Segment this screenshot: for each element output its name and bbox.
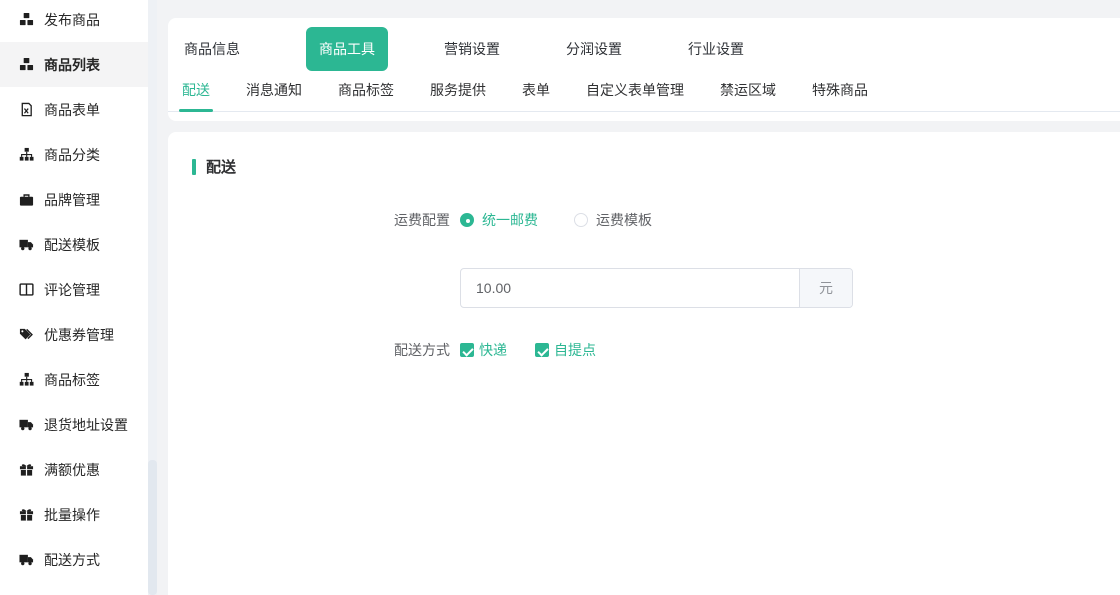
radio-option-label: 运费模板 bbox=[596, 210, 652, 230]
sidebar-item-label: 满额优惠 bbox=[44, 460, 100, 480]
secondary-tab-bar: 配送 消息通知 商品标签 服务提供 表单 自定义表单管理 禁运区域 特殊商品 bbox=[168, 80, 1120, 112]
cubes-icon bbox=[18, 12, 34, 28]
sidebar-item-label: 商品表单 bbox=[44, 100, 100, 120]
sidebar-item[interactable]: 配送方式 bbox=[0, 537, 148, 582]
sidebar-item[interactable]: 商品表单 bbox=[0, 87, 148, 132]
sidebar-item-label: 商品列表 bbox=[44, 55, 100, 75]
sidebar-item-label: 商品分类 bbox=[44, 145, 100, 165]
secondary-tab[interactable]: 自定义表单管理 bbox=[586, 80, 684, 100]
sidebar-item[interactable]: 商品列表 bbox=[0, 42, 148, 87]
sidebar-item-label: 发布商品 bbox=[44, 10, 100, 30]
primary-tab[interactable]: 分润设置 bbox=[566, 39, 622, 59]
section-header: 配送 bbox=[192, 156, 1096, 177]
sidebar-item-label: 配送模板 bbox=[44, 235, 100, 255]
primary-tab[interactable]: 商品信息 bbox=[184, 39, 240, 59]
file-excel-icon bbox=[18, 102, 34, 118]
secondary-tab[interactable]: 表单 bbox=[522, 80, 550, 100]
sidebar-item[interactable]: 批量操作 bbox=[0, 492, 148, 537]
checkbox-option[interactable]: 自提点 bbox=[535, 340, 596, 360]
secondary-tab[interactable]: 特殊商品 bbox=[812, 80, 868, 100]
primary-tab[interactable]: 商品工具 bbox=[306, 27, 388, 71]
sidebar-menu: 发布商品 商品列表 商品表单 商品分类 品牌管理 配送模板 评论管理 优惠券管理… bbox=[0, 0, 148, 582]
sidebar-item[interactable]: 发布商品 bbox=[0, 0, 148, 42]
delivery-form: 运费配置 统一邮费 运费模板 元 配送方式 快递 自提点 bbox=[192, 210, 1096, 360]
primary-tab-bar: 商品信息 商品工具 营销设置 分润设置 行业设置 bbox=[168, 26, 1120, 72]
sidebar-item[interactable]: 商品标签 bbox=[0, 357, 148, 402]
secondary-tab[interactable]: 禁运区域 bbox=[720, 80, 776, 100]
gift-icon bbox=[18, 462, 34, 478]
secondary-tab[interactable]: 配送 bbox=[182, 80, 210, 100]
truck-icon bbox=[18, 237, 34, 253]
secondary-tab[interactable]: 商品标签 bbox=[338, 80, 394, 100]
checkbox-option-label: 自提点 bbox=[554, 340, 596, 360]
freight-config-label: 运费配置 bbox=[192, 210, 450, 230]
primary-tab[interactable]: 行业设置 bbox=[688, 39, 744, 59]
sidebar-item-label: 商品标签 bbox=[44, 370, 100, 390]
currency-unit-suffix: 元 bbox=[799, 269, 852, 307]
sitemap-icon bbox=[18, 372, 34, 388]
delivery-method-label: 配送方式 bbox=[192, 340, 450, 360]
secondary-tab[interactable]: 服务提供 bbox=[430, 80, 486, 100]
sidebar-item[interactable]: 评论管理 bbox=[0, 267, 148, 312]
gift-icon bbox=[18, 507, 34, 523]
checkbox-icon[interactable] bbox=[460, 343, 474, 357]
radio-icon[interactable] bbox=[460, 213, 474, 227]
checkbox-icon[interactable] bbox=[535, 343, 549, 357]
sidebar-item-label: 批量操作 bbox=[44, 505, 100, 525]
checkbox-option-label: 快递 bbox=[479, 340, 507, 360]
delivery-checkbox-group: 快递 自提点 bbox=[460, 340, 624, 360]
sidebar-item[interactable]: 满额优惠 bbox=[0, 447, 148, 492]
checkbox-option[interactable]: 快递 bbox=[460, 340, 507, 360]
freight-amount-row: 元 bbox=[192, 268, 1096, 308]
columns-icon bbox=[18, 282, 34, 298]
primary-tab[interactable]: 营销设置 bbox=[444, 39, 500, 59]
content-card: 配送 运费配置 统一邮费 运费模板 元 配送方式 快递 自提点 bbox=[168, 132, 1120, 595]
radio-option[interactable]: 运费模板 bbox=[574, 210, 652, 230]
sidebar-item[interactable]: 退货地址设置 bbox=[0, 402, 148, 447]
truck-icon bbox=[18, 417, 34, 433]
scrollbar-thumb[interactable] bbox=[148, 460, 157, 595]
sidebar-item-label: 品牌管理 bbox=[44, 190, 100, 210]
delivery-method-row: 配送方式 快递 自提点 bbox=[192, 340, 1096, 360]
tabs-card: 商品信息 商品工具 营销设置 分润设置 行业设置 配送 消息通知 商品标签 服务提供 表单 自定义… bbox=[168, 18, 1120, 121]
sidebar-item[interactable]: 配送模板 bbox=[0, 222, 148, 267]
sidebar-item-label: 配送方式 bbox=[44, 550, 100, 570]
sidebar-scrollbar[interactable] bbox=[148, 0, 157, 595]
sidebar: 发布商品 商品列表 商品表单 商品分类 品牌管理 配送模板 评论管理 优惠券管理… bbox=[0, 0, 148, 595]
radio-option[interactable]: 统一邮费 bbox=[460, 210, 538, 230]
freight-amount-input[interactable] bbox=[461, 269, 799, 307]
sidebar-item-label: 退货地址设置 bbox=[44, 415, 128, 435]
radio-option-label: 统一邮费 bbox=[482, 210, 538, 230]
sidebar-item[interactable]: 商品分类 bbox=[0, 132, 148, 177]
sidebar-item-label: 评论管理 bbox=[44, 280, 100, 300]
radio-icon[interactable] bbox=[574, 213, 588, 227]
freight-radio-group: 统一邮费 运费模板 bbox=[460, 210, 688, 230]
briefcase-icon bbox=[18, 192, 34, 208]
truck-icon bbox=[18, 552, 34, 568]
sitemap-icon bbox=[18, 147, 34, 163]
section-accent-bar bbox=[192, 159, 196, 175]
tags-icon bbox=[18, 327, 34, 343]
sidebar-item[interactable]: 优惠券管理 bbox=[0, 312, 148, 357]
freight-amount-input-group: 元 bbox=[460, 268, 853, 308]
cubes-icon bbox=[18, 57, 34, 73]
secondary-tab[interactable]: 消息通知 bbox=[246, 80, 302, 100]
freight-config-row: 运费配置 统一邮费 运费模板 bbox=[192, 210, 1096, 230]
sidebar-item[interactable]: 品牌管理 bbox=[0, 177, 148, 222]
section-title: 配送 bbox=[206, 156, 236, 177]
sidebar-item-label: 优惠券管理 bbox=[44, 325, 114, 345]
